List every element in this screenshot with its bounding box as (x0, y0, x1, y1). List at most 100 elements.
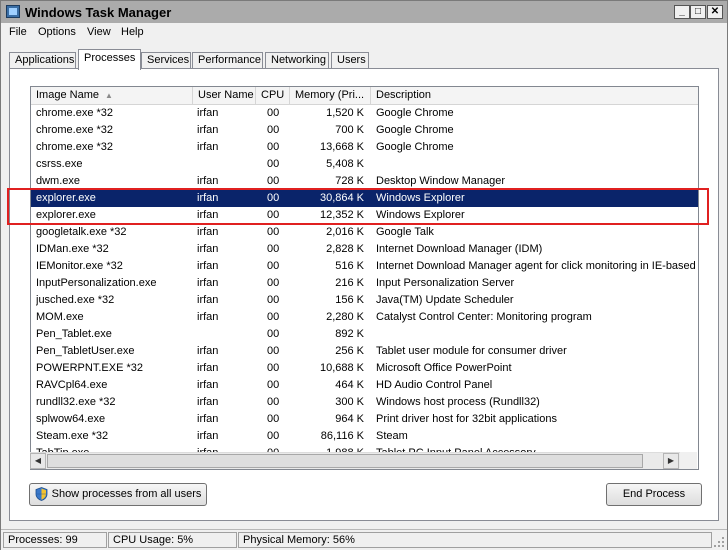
cell-image: IDMan.exe *32 (36, 243, 109, 255)
table-row[interactable]: Steam.exe *32 irfan 00 86,116 K Steam (31, 428, 698, 445)
table-row[interactable]: MOM.exe irfan 00 2,280 K Catalyst Control Ce… (31, 309, 698, 326)
cell-memory: 5,408 K (326, 158, 364, 170)
cell-cpu: 00 (267, 328, 280, 340)
cell-image: rundll32.exe *32 (36, 396, 116, 408)
cell-user: irfan (197, 413, 219, 425)
cell-image: dwm.exe (36, 175, 81, 187)
table-row[interactable]: chrome.exe *32 irfan 00 1,520 K Google Chrom… (31, 105, 698, 122)
cell-cpu: 00 (267, 158, 280, 170)
cell-image: Pen_Tablet.exe (36, 328, 112, 340)
table-row[interactable]: splwow64.exe irfan 00 964 K Print driver hos… (31, 411, 698, 428)
column-description[interactable]: Description (371, 87, 698, 104)
cell-user: irfan (197, 379, 219, 391)
table-row[interactable]: RAVCpl64.exe irfan 00 464 K HD Audio Control… (31, 377, 698, 394)
cell-image: googletalk.exe *32 (36, 226, 127, 238)
process-list[interactable]: Image Name ▲ User Name CPU Memory (Pri...… (30, 86, 699, 470)
minimize-button[interactable]: _ (674, 5, 690, 19)
table-row[interactable]: googletalk.exe *32 irfan 00 2,016 K Google T… (31, 224, 698, 241)
cell-cpu: 00 (267, 362, 280, 374)
title-bar[interactable]: Windows Task Manager _ □ ✕ (1, 1, 727, 23)
cell-memory: 256 K (335, 345, 364, 357)
table-row[interactable]: chrome.exe *32 irfan 00 700 K Google Chrome (31, 122, 698, 139)
cell-memory: 12,352 K (319, 209, 364, 221)
cell-memory: 700 K (335, 124, 364, 136)
cell-cpu: 00 (267, 430, 280, 442)
cell-memory: 2,280 K (326, 311, 364, 323)
cell-image: POWERPNT.EXE *32 (36, 362, 143, 374)
table-row[interactable]: POWERPNT.EXE *32 irfan 00 10,688 K Microsoft… (31, 360, 698, 377)
cell-cpu: 00 (267, 175, 280, 187)
cell-cpu: 00 (267, 124, 280, 136)
column-memory[interactable]: Memory (Pri... (290, 87, 371, 104)
table-row[interactable]: dwm.exe irfan 00 728 K Desktop Window Manage… (31, 173, 698, 190)
tab-processes[interactable]: Processes (78, 49, 141, 70)
table-row[interactable]: explorer.exe irfan 00 30,864 K Windows Explo… (31, 190, 698, 207)
status-cpu-usage: CPU Usage: 5% (108, 532, 237, 548)
cell-user: irfan (197, 226, 219, 238)
tab-performance[interactable]: Performance (192, 52, 263, 68)
show-all-processes-button[interactable]: Show processes from all users (29, 483, 207, 506)
table-row[interactable]: IEMonitor.exe *32 irfan 00 516 K Internet Do… (31, 258, 698, 275)
status-physical-memory: Physical Memory: 56% (238, 532, 712, 548)
cell-cpu: 00 (267, 209, 280, 221)
cell-memory: 1,520 K (326, 107, 364, 119)
cell-description: Steam (376, 430, 408, 442)
cell-description: Windows Explorer (376, 192, 465, 204)
scroll-right-icon[interactable]: ▶ (663, 453, 679, 469)
horizontal-scrollbar[interactable]: ◀ ▶ (30, 452, 680, 469)
cell-image: MOM.exe (36, 311, 84, 323)
close-button[interactable]: ✕ (707, 5, 723, 19)
cell-user: irfan (197, 141, 219, 153)
column-cpu[interactable]: CPU (256, 87, 290, 104)
table-row[interactable]: explorer.exe irfan 00 12,352 K Windows Explo… (31, 207, 698, 224)
vertical-scrollbar[interactable]: ▲ ▼ (698, 104, 699, 470)
tab-users[interactable]: Users (331, 52, 369, 68)
cell-cpu: 00 (267, 192, 280, 204)
table-row[interactable]: Pen_Tablet.exe 00 892 K (31, 326, 698, 343)
menu-options[interactable]: Options (38, 26, 76, 38)
tab-applications[interactable]: Applications (9, 52, 76, 68)
status-processes: Processes: 99 (3, 532, 107, 548)
horizontal-scroll-thumb[interactable] (47, 454, 643, 468)
cell-user: irfan (197, 124, 219, 136)
maximize-button[interactable]: □ (690, 5, 706, 19)
cell-description: Tablet user module for consumer driver (376, 345, 567, 357)
table-row[interactable]: rundll32.exe *32 irfan 00 300 K Windows host… (31, 394, 698, 411)
cell-user: irfan (197, 430, 219, 442)
end-process-button[interactable]: End Process (606, 483, 702, 506)
cell-user: irfan (197, 294, 219, 306)
cell-memory: 464 K (335, 379, 364, 391)
menu-bar: File Options View Help (1, 23, 727, 43)
table-row[interactable]: Pen_TabletUser.exe irfan 00 256 K Tablet use… (31, 343, 698, 360)
table-row[interactable]: chrome.exe *32 irfan 00 13,668 K Google Chro… (31, 139, 698, 156)
table-row[interactable]: InputPersonalization.exe irfan 00 216 K Inpu… (31, 275, 698, 292)
cell-memory: 2,828 K (326, 243, 364, 255)
cell-user: irfan (197, 396, 219, 408)
cell-memory: 516 K (335, 260, 364, 272)
menu-file[interactable]: File (9, 26, 27, 38)
column-image-name[interactable]: Image Name ▲ (31, 87, 193, 104)
menu-view[interactable]: View (87, 26, 111, 38)
cell-user: irfan (197, 362, 219, 374)
cell-description: Google Talk (376, 226, 434, 238)
table-row[interactable]: IDMan.exe *32 irfan 00 2,828 K Internet Down… (31, 241, 698, 258)
column-image-name-label: Image Name (36, 89, 99, 101)
scroll-left-icon[interactable]: ◀ (30, 453, 46, 469)
cell-memory: 13,668 K (319, 141, 364, 153)
resize-grip-icon[interactable] (713, 536, 725, 548)
cell-cpu: 00 (267, 345, 280, 357)
processes-panel: Image Name ▲ User Name CPU Memory (Pri...… (9, 68, 719, 521)
tab-networking[interactable]: Networking (265, 52, 329, 68)
menu-help[interactable]: Help (121, 26, 144, 38)
table-row[interactable]: csrss.exe 00 5,408 K (31, 156, 698, 173)
cell-memory: 728 K (335, 175, 364, 187)
tab-services[interactable]: Services (141, 52, 191, 68)
cell-description: Input Personalization Server (376, 277, 515, 289)
cell-memory: 2,016 K (326, 226, 364, 238)
column-user-name[interactable]: User Name (193, 87, 256, 104)
cell-cpu: 00 (267, 311, 280, 323)
cell-cpu: 00 (267, 277, 280, 289)
table-row[interactable]: jusched.exe *32 irfan 00 156 K Java(TM) Upda… (31, 292, 698, 309)
process-list-header: Image Name ▲ User Name CPU Memory (Pri...… (31, 87, 698, 105)
cell-image: Steam.exe *32 (36, 430, 109, 442)
